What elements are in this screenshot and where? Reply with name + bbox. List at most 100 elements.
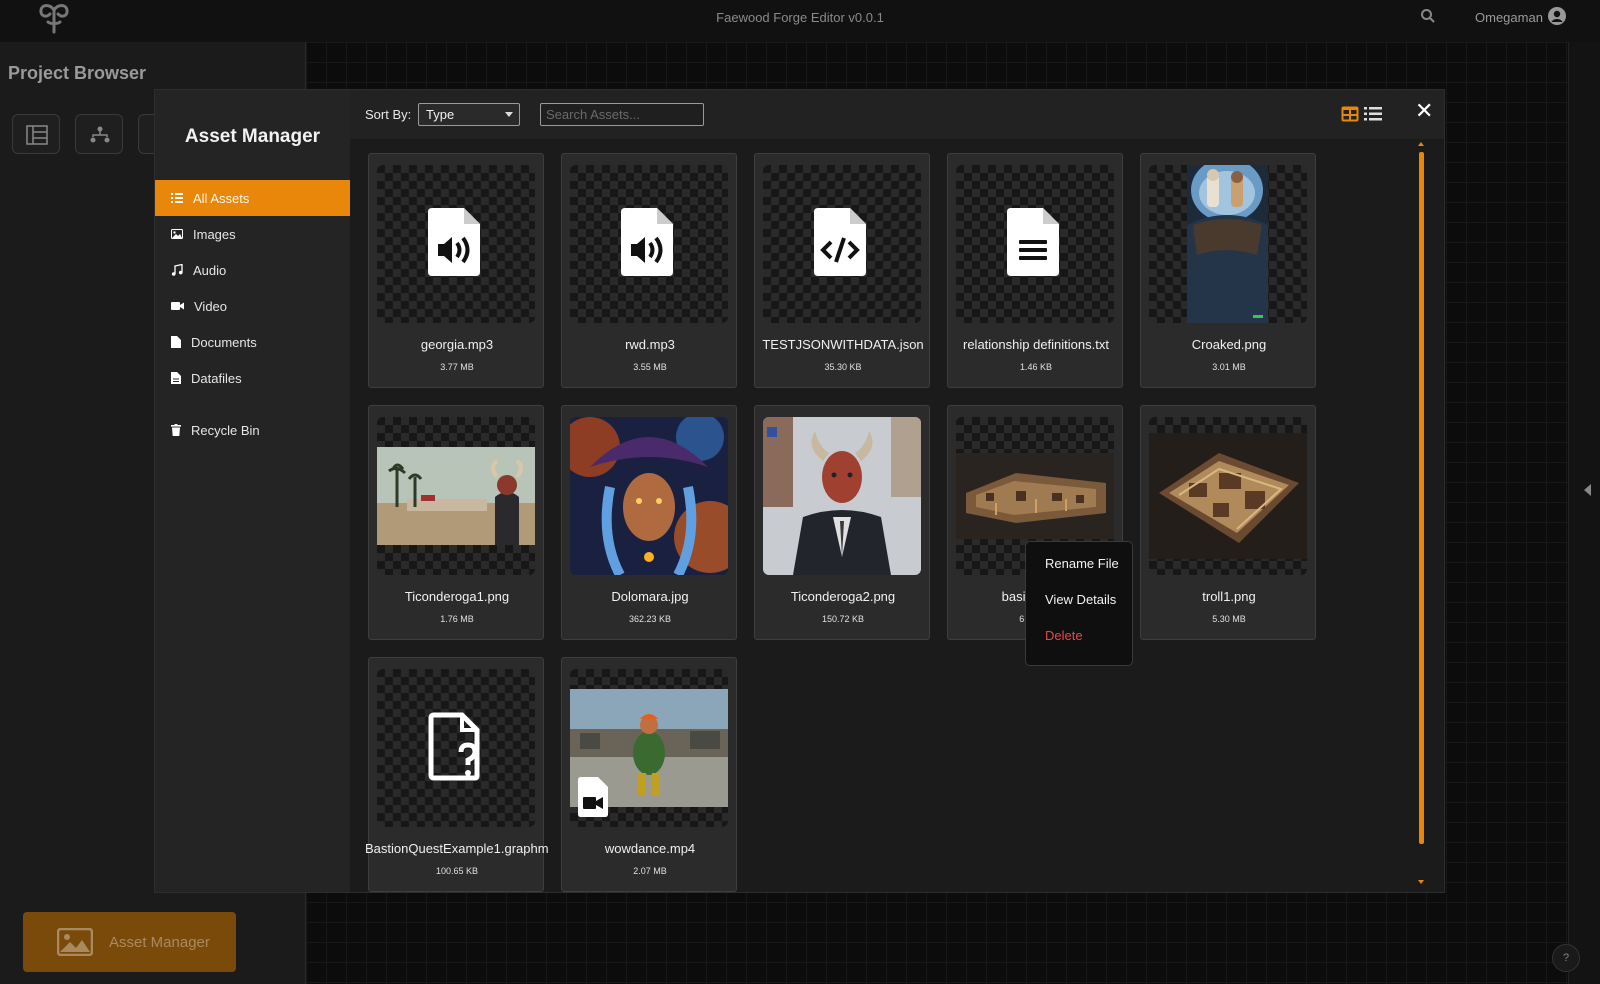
asset-tile[interactable]: relationship definitions.txt 1.46 KB xyxy=(947,153,1123,388)
music-icon xyxy=(171,264,183,276)
asset-tile[interactable]: Croaked.png 3.01 MB xyxy=(1140,153,1316,388)
asset-size: 5.30 MB xyxy=(1212,614,1246,624)
scroll-down-arrow[interactable] xyxy=(1418,880,1424,884)
nav-label: Documents xyxy=(191,334,257,350)
asset-manager-title: Asset Manager xyxy=(184,126,321,147)
nav-datafiles[interactable]: Datafiles xyxy=(155,360,350,396)
nav-label: Audio xyxy=(193,262,227,278)
close-modal-button[interactable]: ✕ xyxy=(1415,100,1433,122)
ticonderoga2-image-preview xyxy=(763,417,921,575)
chevron-down-icon xyxy=(505,112,513,117)
asset-manager-launch-button[interactable]: Asset Manager xyxy=(23,912,236,972)
asset-name: rwd.mp3 xyxy=(625,337,675,352)
asset-tile[interactable]: rwd.mp3 3.55 MB xyxy=(561,153,737,388)
nav-recycle-bin[interactable]: Recycle Bin xyxy=(155,412,350,448)
asset-tile[interactable]: georgia.mp3 3.77 MB xyxy=(368,153,544,388)
sort-select[interactable]: Type xyxy=(418,103,520,126)
asset-name: Croaked.png xyxy=(1191,337,1267,352)
nav-label: Video xyxy=(194,298,228,314)
asset-tile[interactable]: Ticonderoga1.png 1.76 MB xyxy=(368,405,544,640)
asset-tile[interactable]: Ticonderoga2.png 150.72 KB xyxy=(754,405,930,640)
audio-file-icon xyxy=(428,208,480,276)
nav-video[interactable]: Video xyxy=(155,288,350,324)
asset-thumbnail xyxy=(763,165,921,323)
grid-view-icon[interactable] xyxy=(1341,106,1359,122)
asset-thumbnail xyxy=(377,165,535,323)
asset-thumbnail xyxy=(1149,165,1307,323)
search-icon[interactable] xyxy=(1420,8,1436,24)
nav-audio[interactable]: Audio xyxy=(155,252,350,288)
asset-tile[interactable]: BastionQuestExample1.graphml 100.65 KB xyxy=(365,657,549,892)
list-view-icon[interactable] xyxy=(1364,106,1382,122)
asset-size: 3.77 MB xyxy=(440,362,474,372)
asset-name: Ticonderoga1.png xyxy=(404,589,510,604)
asset-thumbnail xyxy=(570,165,728,323)
asset-tile[interactable]: troll1.png 5.30 MB xyxy=(1140,405,1316,640)
asset-thumbnail xyxy=(377,669,535,827)
asset-size: 150.72 KB xyxy=(821,614,865,624)
node-graph-icon xyxy=(90,126,110,143)
asset-name: georgia.mp3 xyxy=(420,337,494,352)
croaked-image-preview xyxy=(1187,165,1268,323)
asset-size: 3.55 MB xyxy=(633,362,667,372)
asset-tile[interactable]: wowdance.mp4 2.07 MB xyxy=(561,657,737,892)
nav-images[interactable]: Images xyxy=(155,216,350,252)
asset-grid: georgia.mp3 3.77 MB rwd.mp3 3.55 MB TEST… xyxy=(350,140,1444,892)
nav-label: All Assets xyxy=(193,190,250,206)
asset-size: 100.65 KB xyxy=(435,866,479,876)
asset-tile[interactable]: Dolomara.jpg 362.23 KB xyxy=(561,405,737,640)
top-bar: Faewood Forge Editor v0.0.1 Omegaman xyxy=(0,0,1600,42)
video-icon xyxy=(171,302,184,310)
asset-name: troll1.png xyxy=(1202,589,1256,604)
file-context-menu: Rename File View Details Delete xyxy=(1025,541,1133,666)
asset-thumbnail xyxy=(1149,417,1307,575)
code-file-icon xyxy=(814,208,866,276)
nav-all-assets[interactable]: All Assets xyxy=(155,180,350,216)
asset-manager-modal: Asset Manager All Assets Images Audio Vi… xyxy=(154,89,1445,893)
basilica-image-preview xyxy=(956,453,1114,539)
project-browser-title: Project Browser xyxy=(8,63,147,83)
view-details-menu-item[interactable]: View Details xyxy=(1026,592,1132,628)
node-view-button[interactable] xyxy=(75,114,123,154)
asset-category-sidebar: Asset Manager All Assets Images Audio Vi… xyxy=(155,90,350,892)
user-name[interactable]: Omegaman xyxy=(1475,10,1543,25)
nav-label: Images xyxy=(193,226,236,242)
asset-thumbnail xyxy=(763,417,921,575)
tree-icon xyxy=(26,125,48,145)
asset-size: 1.46 KB xyxy=(1019,362,1053,372)
asset-size: 2.07 MB xyxy=(633,866,667,876)
scrollbar-thumb[interactable] xyxy=(1419,152,1424,844)
asset-size: 362.23 KB xyxy=(628,614,672,624)
asset-tile[interactable]: TESTJSONWITHDATA.json 35.30 KB xyxy=(754,153,930,388)
expand-panel-arrow-icon[interactable] xyxy=(1584,484,1591,496)
asset-size: 3.01 MB xyxy=(1212,362,1246,372)
help-button[interactable]: ? xyxy=(1552,944,1580,972)
asset-thumbnail xyxy=(570,669,728,827)
asset-toolbar: Sort By: Type ✕ xyxy=(350,90,1444,140)
sort-label: Sort By: xyxy=(365,107,412,122)
image-icon xyxy=(171,229,183,239)
app-title: Faewood Forge Editor v0.0.1 xyxy=(716,10,884,25)
document-icon xyxy=(171,336,181,348)
asset-name: TESTJSONWITHDATA.json xyxy=(762,337,924,352)
nav-documents[interactable]: Documents xyxy=(155,324,350,360)
audio-file-icon xyxy=(621,208,673,276)
troll1-image-preview xyxy=(1149,433,1307,559)
asset-thumbnail xyxy=(956,165,1114,323)
scroll-up-arrow[interactable] xyxy=(1418,142,1424,146)
delete-menu-item[interactable]: Delete xyxy=(1026,628,1132,664)
list-icon xyxy=(171,193,183,203)
datafile-icon xyxy=(171,372,181,384)
asset-size: 35.30 KB xyxy=(824,362,862,372)
sort-value: Type xyxy=(426,107,455,122)
search-assets-input[interactable] xyxy=(540,103,704,126)
dolomara-image-preview xyxy=(570,417,728,575)
asset-name: wowdance.mp4 xyxy=(604,841,696,856)
right-panel-strip xyxy=(1568,42,1600,984)
asset-thumbnail xyxy=(377,417,535,575)
user-avatar-icon[interactable] xyxy=(1548,7,1566,25)
nav-label: Datafiles xyxy=(191,370,242,386)
asset-name: BastionQuestExample1.graphml xyxy=(365,841,549,856)
rename-file-menu-item[interactable]: Rename File xyxy=(1026,556,1132,592)
tree-view-button[interactable] xyxy=(12,114,60,154)
